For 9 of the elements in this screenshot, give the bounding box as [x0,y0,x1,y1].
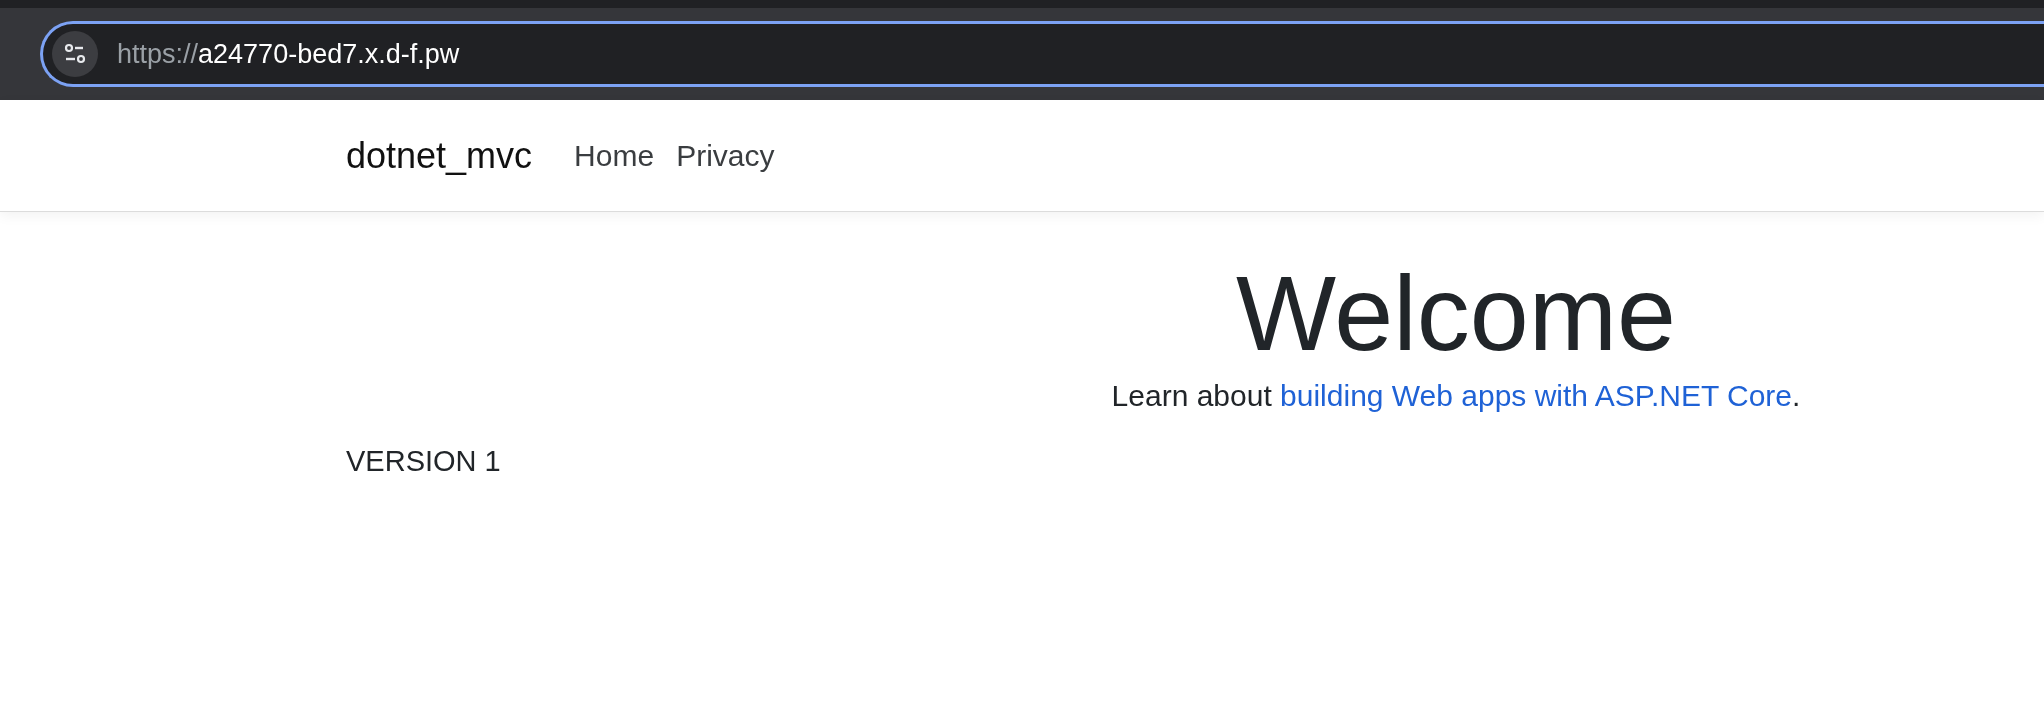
intro-text: Learn about building Web apps with ASP.NET Core. [1110,379,1802,414]
nav-link[interactable]: Privacy [676,138,775,173]
brand-link[interactable]: dotnet_mvc [346,134,533,177]
site-settings-icon[interactable] [52,31,98,77]
nav-link[interactable]: Home [574,138,655,173]
address-field[interactable]: https://a24770-bed7.x.d-f.pw [40,21,2044,87]
welcome-heading: Welcome [1235,253,1677,374]
docs-link[interactable]: building Web apps with ASP.NET Core [1280,379,1793,413]
version-text: VERSION 1 [346,445,502,479]
